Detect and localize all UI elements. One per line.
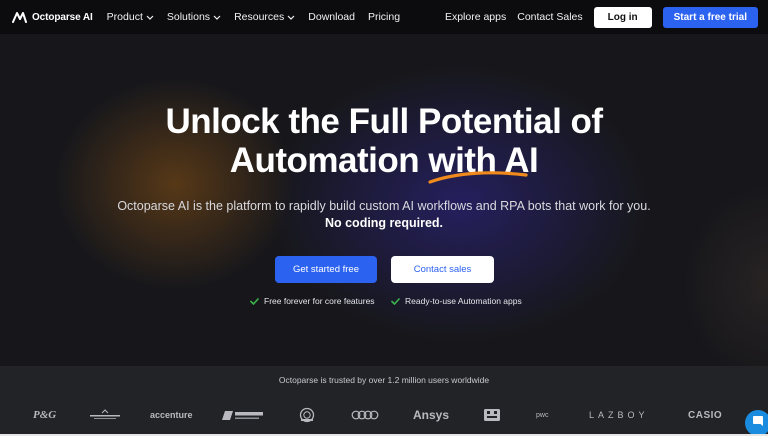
login-button[interactable]: Log in bbox=[593, 6, 652, 28]
octoparse-logo-icon bbox=[12, 11, 27, 23]
chevron-down-icon bbox=[146, 15, 154, 20]
checkmark-icon bbox=[250, 297, 259, 305]
casio-logo: CASIO bbox=[688, 409, 723, 421]
customer-logos: P&G accenture Ansys pwc LAZBOY CASIO bbox=[0, 406, 768, 424]
nav-item-download[interactable]: Download bbox=[308, 11, 355, 23]
seal-logo bbox=[299, 406, 315, 424]
main-nav: Product Solutions Resources Download Pri… bbox=[107, 11, 400, 23]
lee-ford-logo bbox=[88, 406, 122, 424]
brand-logo[interactable]: Octoparse AI bbox=[12, 11, 93, 23]
headline-underline-swoosh bbox=[428, 171, 528, 184]
get-started-button[interactable]: Get started free bbox=[275, 256, 377, 283]
ansys-logo: Ansys bbox=[413, 408, 450, 422]
pwc-logo: pwc bbox=[536, 411, 549, 419]
right-nav: Explore apps Contact Sales Log in Start … bbox=[445, 6, 758, 28]
nav-item-label: Product bbox=[106, 11, 143, 23]
top-nav-bar: Octoparse AI Product Solutions Resources… bbox=[0, 0, 768, 34]
trust-section: Octoparse is trusted by over 1.2 million… bbox=[0, 366, 768, 436]
chevron-down-icon bbox=[287, 15, 295, 20]
trust-text: Octoparse is trusted by over 1.2 million… bbox=[278, 375, 490, 385]
nav-item-label: Pricing bbox=[367, 11, 401, 23]
nav-item-pricing[interactable]: Pricing bbox=[368, 11, 400, 23]
lazboy-logo: LAZBOY bbox=[589, 410, 649, 420]
nav-item-label: Resources bbox=[234, 11, 285, 23]
nav-item-resources[interactable]: Resources bbox=[234, 11, 295, 23]
start-trial-button[interactable]: Start a free trial bbox=[662, 6, 758, 28]
feature-label: Ready-to-use Automation apps bbox=[405, 296, 522, 306]
nav-item-label: Download bbox=[308, 11, 355, 23]
hero-subtitle: Octoparse AI is the platform to rapidly … bbox=[117, 199, 651, 213]
explore-apps-link[interactable]: Explore apps bbox=[445, 11, 506, 23]
hero-section: Unlock the Full Potential of Automation … bbox=[0, 34, 768, 366]
bbb-logo bbox=[483, 406, 501, 424]
feature-item: Ready-to-use Automation apps bbox=[391, 296, 522, 306]
hero-headline-line1: Unlock the Full Potential of bbox=[165, 102, 603, 141]
hero-subtitle-bold: No coding required. bbox=[324, 216, 444, 230]
nav-item-product[interactable]: Product bbox=[107, 11, 154, 23]
brand-name: Octoparse AI bbox=[32, 11, 93, 23]
chevron-down-icon bbox=[213, 15, 221, 20]
feature-label: Free forever for core features bbox=[264, 296, 375, 306]
feature-item: Free forever for core features bbox=[250, 296, 375, 306]
chat-icon bbox=[752, 414, 764, 432]
checkmark-icon bbox=[391, 297, 400, 305]
purdue-logo bbox=[221, 406, 265, 424]
nav-item-solutions[interactable]: Solutions bbox=[167, 11, 221, 23]
hero-headline-line2: Automation with AI bbox=[229, 141, 539, 180]
contact-sales-link[interactable]: Contact Sales bbox=[517, 11, 582, 23]
chat-widget-button[interactable] bbox=[745, 410, 768, 436]
audi-logo bbox=[351, 406, 379, 424]
pg-logo: P&G bbox=[33, 409, 57, 421]
nav-item-label: Solutions bbox=[166, 11, 211, 23]
accenture-logo: accenture bbox=[150, 410, 193, 420]
contact-sales-button[interactable]: Contact sales bbox=[391, 256, 494, 283]
